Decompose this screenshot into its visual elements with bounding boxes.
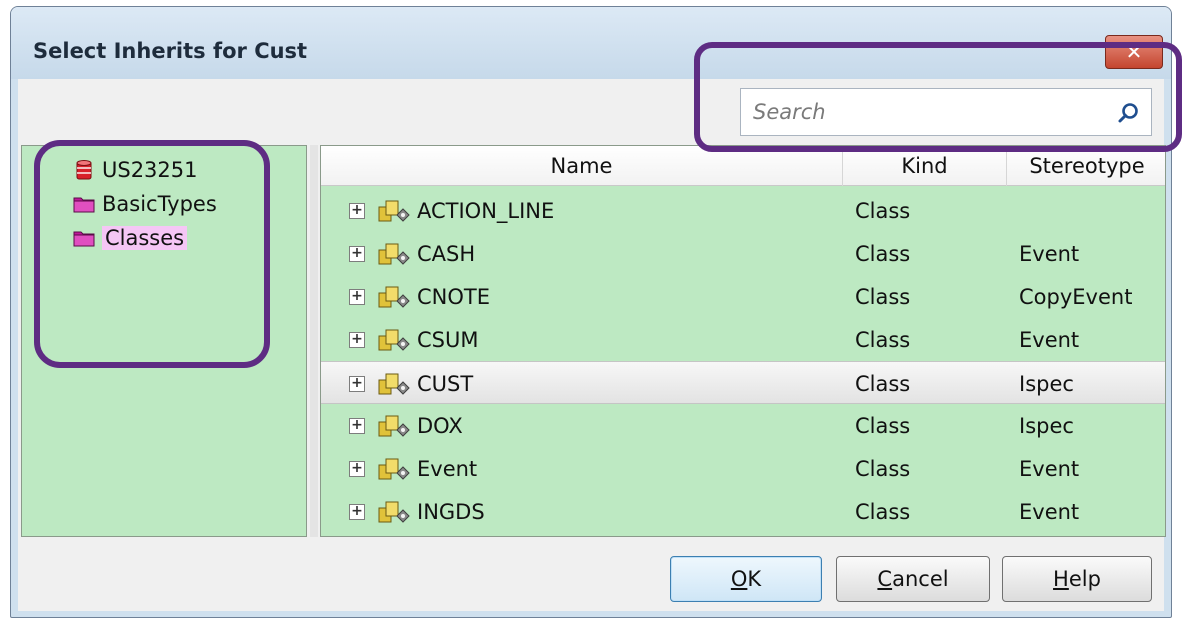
class-icon	[378, 415, 410, 437]
cell-stereotype: Ispec	[1019, 371, 1074, 396]
cell-name: Event	[417, 456, 478, 481]
tree-item-label: US23251	[102, 158, 198, 182]
folder-icon	[73, 197, 95, 213]
table-row[interactable]: + DOX Class Ispec	[321, 404, 1165, 447]
close-icon: ✕	[1125, 40, 1143, 64]
close-button[interactable]: ✕	[1105, 35, 1163, 69]
cell-name: CASH	[417, 241, 476, 266]
tree-item-classes[interactable]: Classes	[72, 222, 188, 254]
tree-item-label: Classes	[102, 226, 188, 250]
cell-name: DOX	[417, 413, 463, 438]
help-button[interactable]: Help	[1002, 556, 1152, 602]
search-icon[interactable]	[1117, 101, 1141, 125]
cell-name: CNOTE	[417, 284, 490, 309]
cell-stereotype: Event	[1019, 499, 1080, 524]
class-icon	[378, 373, 410, 395]
cell-stereotype: CopyEvent	[1019, 284, 1133, 309]
cell-kind: Class	[855, 413, 911, 438]
cell-kind: Class	[855, 198, 911, 223]
class-icon	[378, 501, 410, 523]
expand-toggle-icon[interactable]: +	[349, 203, 365, 219]
cell-kind: Class	[855, 371, 911, 396]
dialog-client-area: US23251 BasicTypes Classes Name	[18, 79, 1166, 611]
expand-toggle-icon[interactable]: +	[349, 332, 365, 348]
ok-button[interactable]: OK	[670, 556, 822, 602]
column-header-name[interactable]: Name	[321, 146, 843, 186]
class-icon	[378, 329, 410, 351]
class-icon	[378, 243, 410, 265]
cell-name: ACTION_LINE	[417, 198, 555, 223]
cell-stereotype: Event	[1019, 241, 1080, 266]
expand-toggle-icon[interactable]: +	[349, 504, 365, 520]
help-label-rest: elp	[1068, 567, 1101, 591]
expand-toggle-icon[interactable]: +	[349, 461, 365, 477]
column-header-stereotype[interactable]: Stereotype	[1007, 146, 1165, 186]
cancel-mnemonic: C	[877, 567, 893, 591]
table-row[interactable]: + CUST Class Ispec	[321, 361, 1165, 404]
pane-splitter[interactable]	[310, 145, 318, 537]
ok-mnemonic: O	[730, 567, 748, 591]
grid-header: Name Kind Stereotype	[321, 146, 1165, 186]
cell-kind: Class	[855, 284, 911, 309]
column-header-kind[interactable]: Kind	[843, 146, 1007, 186]
search-input[interactable]	[741, 89, 1101, 135]
cell-name: INGDS	[417, 499, 485, 524]
expand-toggle-icon[interactable]: +	[349, 376, 365, 392]
cell-name: CSUM	[417, 327, 479, 352]
table-row[interactable]: + Event Class Event	[321, 447, 1165, 490]
window-title: Select Inherits for Cust	[33, 39, 308, 63]
expand-toggle-icon[interactable]: +	[349, 246, 365, 262]
tree-item-us23251[interactable]: US23251	[72, 154, 198, 186]
expand-toggle-icon[interactable]: +	[349, 418, 365, 434]
class-icon	[378, 286, 410, 308]
folder-icon	[73, 231, 95, 247]
title-bar: Select Inherits for Cust ✕	[11, 7, 1171, 79]
expand-toggle-icon[interactable]: +	[349, 289, 365, 305]
cell-stereotype: Event	[1019, 456, 1080, 481]
table-row[interactable]: + INGDS Class Event	[321, 490, 1165, 533]
tree-item-basictypes[interactable]: BasicTypes	[72, 188, 217, 220]
cell-kind: Class	[855, 327, 911, 352]
class-icon	[378, 458, 410, 480]
database-icon	[76, 160, 92, 180]
table-row[interactable]: + CNOTE Class CopyEvent	[321, 275, 1165, 318]
class-icon	[378, 200, 410, 222]
cell-stereotype: Ispec	[1019, 413, 1074, 438]
select-inherits-dialog: Select Inherits for Cust ✕ US23251	[10, 6, 1172, 618]
cell-kind: Class	[855, 456, 911, 481]
cancel-button[interactable]: Cancel	[836, 556, 990, 602]
cell-name: CUST	[417, 371, 474, 396]
search-box	[740, 88, 1152, 136]
package-tree: US23251 BasicTypes Classes	[21, 145, 307, 537]
ok-label-rest: K	[747, 567, 762, 591]
table-row[interactable]: + CASH Class Event	[321, 232, 1165, 275]
cancel-label-rest: ancel	[892, 567, 949, 591]
cell-kind: Class	[855, 499, 911, 524]
table-row[interactable]: + ACTION_LINE Class	[321, 189, 1165, 232]
help-mnemonic: H	[1053, 567, 1069, 591]
classes-grid: Name Kind Stereotype + ACTION_LINE Class + C…	[320, 145, 1166, 537]
cell-kind: Class	[855, 241, 911, 266]
cell-stereotype: Event	[1019, 327, 1080, 352]
table-row[interactable]: + CSUM Class Event	[321, 318, 1165, 361]
tree-item-label: BasicTypes	[102, 192, 217, 216]
